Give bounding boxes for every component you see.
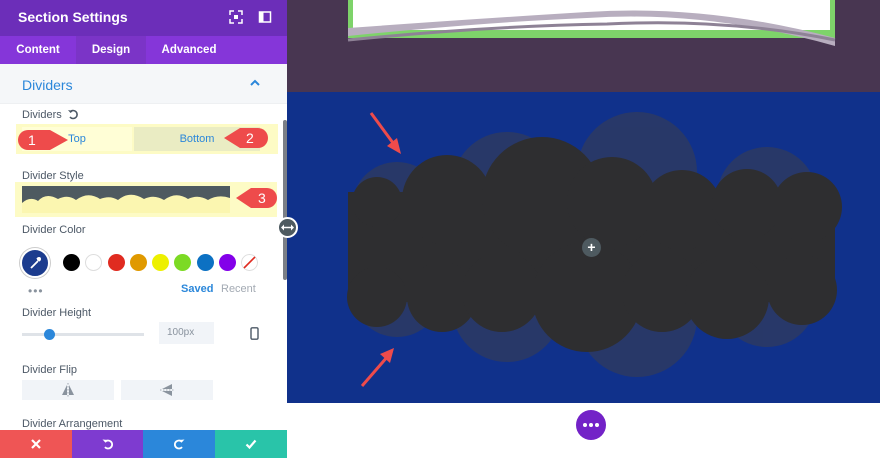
- plus-icon: +: [587, 239, 596, 255]
- resize-arrows-icon: [281, 224, 294, 231]
- dividers-label: Dividers: [22, 109, 62, 121]
- phone-icon[interactable]: [250, 327, 259, 340]
- callout-1: [18, 130, 68, 150]
- divider-height-label: Divider Height: [22, 307, 92, 319]
- swatch-orange[interactable]: [130, 254, 147, 271]
- arrow-pointer-bottom: [360, 348, 394, 387]
- tab-advanced[interactable]: Advanced: [146, 36, 232, 64]
- arrow-pointer-top: [369, 112, 401, 154]
- callout-2-label: 2: [246, 130, 254, 146]
- add-module-button[interactable]: +: [582, 238, 601, 257]
- swatch-white[interactable]: [85, 254, 102, 271]
- flip-vertical-icon: [160, 384, 174, 396]
- top-section[interactable]: [287, 0, 880, 92]
- save-button[interactable]: [215, 430, 287, 458]
- close-icon: [31, 439, 41, 449]
- swatch-red[interactable]: [108, 254, 125, 271]
- redo-button[interactable]: [143, 430, 215, 458]
- color-picker-button[interactable]: [20, 248, 50, 278]
- flip-horizontal-icon: [62, 383, 74, 397]
- more-icon: [583, 423, 587, 427]
- flip-vertical-button[interactable]: [121, 380, 213, 400]
- divider-height-slider[interactable]: [22, 333, 144, 336]
- callout-3: [236, 188, 277, 208]
- undo-icon: [102, 439, 114, 450]
- swatch-clear-icon[interactable]: [241, 254, 258, 271]
- recent-colors-tab[interactable]: Recent: [221, 283, 256, 295]
- eyedropper-icon: [30, 257, 41, 269]
- panel-resize-handle[interactable]: [277, 217, 298, 238]
- flip-horizontal-button[interactable]: [22, 380, 114, 400]
- reset-icon[interactable]: [67, 108, 79, 120]
- swatch-yellow[interactable]: [152, 254, 169, 271]
- sidebar-icon[interactable]: [258, 10, 272, 24]
- divider-flip-label: Divider Flip: [22, 364, 78, 376]
- saved-colors-tab[interactable]: Saved: [181, 283, 213, 295]
- tab-design[interactable]: Design: [76, 36, 146, 64]
- fullscreen-icon[interactable]: [229, 10, 243, 24]
- section-title: Dividers: [22, 77, 73, 93]
- tab-bar: Content Design Advanced: [0, 36, 287, 64]
- divider-style-label: Divider Style: [22, 170, 84, 182]
- panel-footer: [0, 430, 287, 458]
- panel-header: Section Settings: [0, 0, 287, 36]
- more-colors-dots[interactable]: •••: [28, 284, 44, 298]
- check-icon: [245, 439, 257, 450]
- undo-button[interactable]: [72, 430, 144, 458]
- swatch-black[interactable]: [63, 254, 80, 271]
- redo-icon: [173, 439, 185, 450]
- divider-height-input[interactable]: 100px: [159, 322, 214, 344]
- callout-1-label: 1: [28, 132, 36, 148]
- swatch-green[interactable]: [174, 254, 191, 271]
- tab-content[interactable]: Content: [0, 36, 76, 64]
- divider-style-select[interactable]: [22, 186, 230, 213]
- divider-arrangement-label: Divider Arrangement: [22, 418, 123, 430]
- panel-title: Section Settings: [18, 9, 128, 25]
- top-section-image: [347, 0, 836, 47]
- settings-panel: Section Settings Content Design Advanced…: [0, 0, 287, 458]
- callout-3-label: 3: [258, 190, 266, 206]
- cancel-button[interactable]: [0, 430, 72, 458]
- swatch-purple[interactable]: [219, 254, 236, 271]
- swatch-blue[interactable]: [197, 254, 214, 271]
- divider-color-label: Divider Color: [22, 224, 86, 236]
- clouds-divider-preview: [22, 194, 230, 213]
- divider-height-slider-handle[interactable]: [44, 329, 55, 340]
- more-options-button[interactable]: [576, 410, 606, 440]
- chevron-up-icon[interactable]: [249, 78, 261, 88]
